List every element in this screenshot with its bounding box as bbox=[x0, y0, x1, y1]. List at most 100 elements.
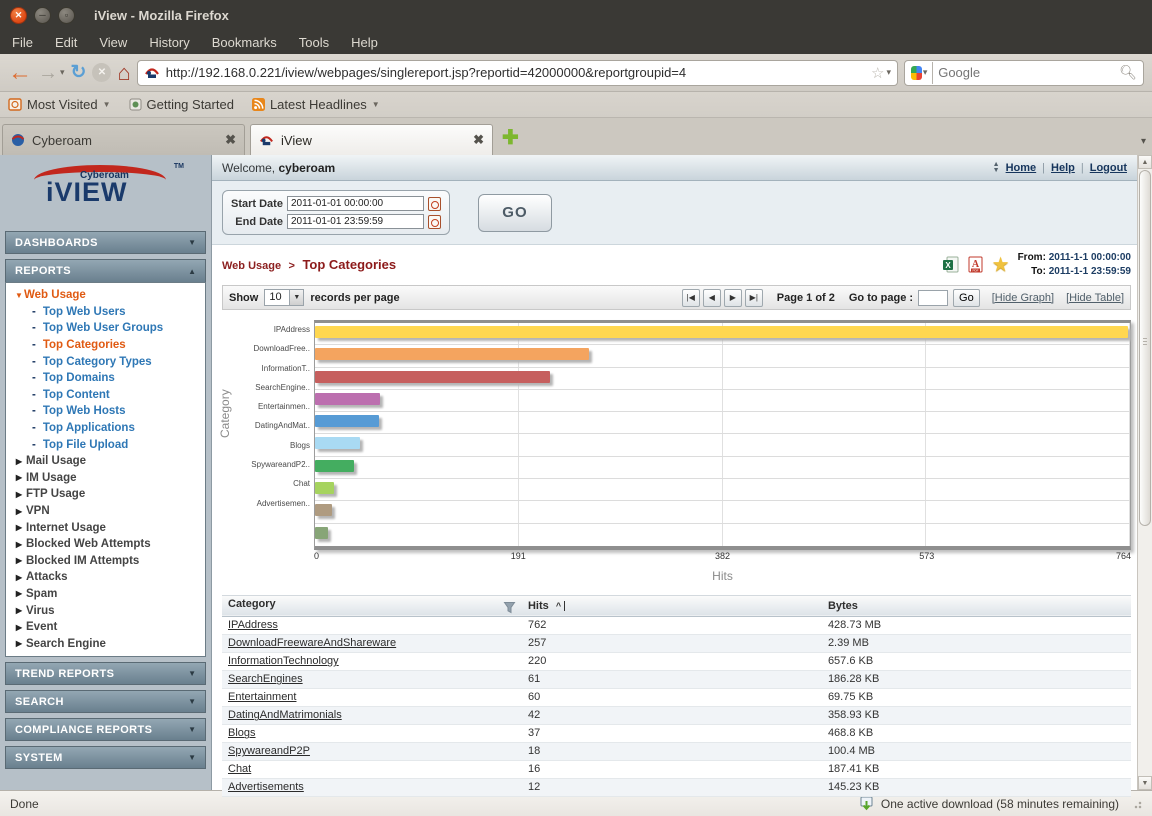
help-link[interactable]: Help bbox=[1051, 162, 1075, 174]
next-page-button[interactable]: ▶ bbox=[724, 289, 742, 307]
url-dropdown-icon[interactable]: ▾ bbox=[886, 67, 891, 78]
search-engine-dropdown-icon[interactable]: ▾ bbox=[923, 67, 928, 78]
resize-grip[interactable] bbox=[1132, 799, 1142, 809]
search-box[interactable]: ▾ 🔍︎ bbox=[904, 60, 1144, 86]
home-link[interactable]: Home bbox=[1006, 162, 1037, 174]
url-bar[interactable]: ☆ ▾ bbox=[137, 60, 898, 86]
chart-bar-chat[interactable] bbox=[315, 504, 332, 516]
tab-cyberoam[interactable]: Cyberoam ✖ bbox=[2, 124, 245, 155]
logout-link[interactable]: Logout bbox=[1090, 162, 1127, 174]
chart-bar-advertisemen[interactable] bbox=[315, 527, 328, 539]
chart-bar-searchengine[interactable] bbox=[315, 393, 380, 405]
sidebar-item-top-applications[interactable]: -Top Applications bbox=[6, 420, 205, 437]
home-icon[interactable]: ⌂ bbox=[117, 62, 130, 84]
bookmark-star-icon[interactable]: ☆ bbox=[871, 64, 884, 82]
sidebar-section-system[interactable]: SYSTEM ▼ bbox=[5, 746, 206, 769]
sidebar-item-spam[interactable]: ▶Spam bbox=[6, 586, 205, 603]
tab-close-icon[interactable]: ✖ bbox=[473, 132, 484, 148]
filter-funnel-icon[interactable] bbox=[503, 601, 516, 614]
export-excel-icon[interactable]: X bbox=[942, 256, 959, 273]
collapse-icon[interactable]: ▲▼ bbox=[993, 162, 1000, 173]
sidebar-section-dashboards[interactable]: DASHBOARDS ▼ bbox=[5, 231, 206, 254]
chart-bar-ipaddress[interactable] bbox=[315, 326, 1128, 338]
sidebar-item-top-web-users[interactable]: -Top Web Users bbox=[6, 304, 205, 321]
chart-bar-downloadfree[interactable] bbox=[315, 348, 589, 360]
sidebar-item-attacks[interactable]: ▶Attacks bbox=[6, 569, 205, 586]
sidebar-item-top-web-hosts[interactable]: -Top Web Hosts bbox=[6, 403, 205, 420]
column-header-category[interactable]: Category bbox=[222, 595, 522, 616]
list-all-tabs-icon[interactable]: ▾ bbox=[1141, 136, 1146, 147]
goto-page-go-button[interactable]: Go bbox=[953, 289, 980, 307]
chart-bar-blogs[interactable] bbox=[315, 460, 354, 472]
sidebar-section-search[interactable]: SEARCH ▼ bbox=[5, 690, 206, 713]
sidebar-item-top-category-types[interactable]: -Top Category Types bbox=[6, 353, 205, 370]
search-engine-icon[interactable] bbox=[911, 66, 922, 80]
sidebar-item-mail-usage[interactable]: ▶Mail Usage bbox=[6, 453, 205, 470]
category-link[interactable]: InformationTechnology bbox=[228, 655, 339, 667]
sidebar-item-event[interactable]: ▶Event bbox=[6, 619, 205, 636]
search-input[interactable] bbox=[938, 65, 1114, 80]
sidebar-section-trend-reports[interactable]: TREND REPORTS ▼ bbox=[5, 662, 206, 685]
breadcrumb-parent[interactable]: Web Usage bbox=[222, 260, 281, 272]
start-date-input[interactable] bbox=[287, 196, 424, 211]
chart-bar-datingandmat[interactable] bbox=[315, 437, 360, 449]
sidebar-section-reports[interactable]: REPORTS ▲ bbox=[5, 259, 206, 282]
hide-table-link[interactable]: [Hide Table] bbox=[1066, 292, 1124, 304]
sidebar-item-vpn[interactable]: ▶VPN bbox=[6, 503, 205, 520]
menu-view[interactable]: View bbox=[99, 35, 127, 50]
category-link[interactable]: SpywareandP2P bbox=[228, 745, 310, 757]
bookmark-getting-started[interactable]: Getting Started bbox=[129, 97, 234, 112]
category-link[interactable]: Advertisements bbox=[228, 781, 304, 793]
category-link[interactable]: DatingAndMatrimonials bbox=[228, 709, 342, 721]
category-link[interactable]: IPAddress bbox=[228, 619, 278, 631]
sidebar-item-top-categories[interactable]: -Top Categories bbox=[6, 337, 205, 354]
bookmark-most-visited[interactable]: Most Visited ▼ bbox=[8, 97, 111, 112]
chart-bar-spywareandp2[interactable] bbox=[315, 482, 334, 494]
sidebar-item-virus[interactable]: ▶Virus bbox=[6, 602, 205, 619]
sidebar-section-compliance-reports[interactable]: COMPLIANCE REPORTS ▼ bbox=[5, 718, 206, 741]
scrollbar-thumb[interactable] bbox=[1139, 170, 1151, 526]
column-header-bytes[interactable]: Bytes bbox=[822, 595, 1131, 616]
menu-file[interactable]: File bbox=[12, 35, 33, 50]
sidebar-item-blocked-web-attempts[interactable]: ▶Blocked Web Attempts bbox=[6, 536, 205, 553]
sidebar-item-top-web-user-groups[interactable]: -Top Web User Groups bbox=[6, 320, 205, 337]
end-date-input[interactable] bbox=[287, 214, 424, 229]
sidebar-item-top-file-upload[interactable]: -Top File Upload bbox=[6, 436, 205, 453]
sidebar-item-ftp-usage[interactable]: ▶FTP Usage bbox=[6, 486, 205, 503]
download-status[interactable]: One active download (58 minutes remainin… bbox=[859, 796, 1142, 811]
calendar-icon[interactable] bbox=[428, 197, 441, 211]
scroll-down-icon[interactable]: ▼ bbox=[1138, 776, 1152, 790]
export-pdf-icon[interactable]: APDF bbox=[967, 256, 984, 273]
calendar-icon[interactable] bbox=[428, 215, 441, 229]
menu-history[interactable]: History bbox=[149, 35, 189, 50]
category-link[interactable]: Entertainment bbox=[228, 691, 296, 703]
goto-page-input[interactable] bbox=[918, 290, 948, 306]
menu-tools[interactable]: Tools bbox=[299, 35, 329, 50]
forward-icon[interactable]: → bbox=[38, 63, 58, 83]
bookmark-report-star-icon[interactable]: ★ bbox=[992, 252, 1010, 277]
window-maximize-button[interactable]: ▫ bbox=[58, 7, 75, 24]
hide-graph-link[interactable]: [Hide Graph] bbox=[992, 292, 1054, 304]
last-page-button[interactable]: ▶| bbox=[745, 289, 763, 307]
sidebar-item-web-usage[interactable]: ▼ Web Usage bbox=[6, 287, 205, 304]
sidebar-item-search-engine[interactable]: ▶Search Engine bbox=[6, 635, 205, 652]
category-link[interactable]: Blogs bbox=[228, 727, 256, 739]
sidebar-item-internet-usage[interactable]: ▶Internet Usage bbox=[6, 519, 205, 536]
window-minimize-button[interactable]: ─ bbox=[34, 7, 51, 24]
sidebar-item-blocked-im-attempts[interactable]: ▶Blocked IM Attempts bbox=[6, 553, 205, 570]
tab-iview[interactable]: iView ✖ bbox=[250, 124, 493, 155]
search-magnifier-icon[interactable]: 🔍︎ bbox=[1119, 64, 1137, 81]
previous-page-button[interactable]: ◀ bbox=[703, 289, 721, 307]
back-icon[interactable]: ← bbox=[8, 61, 32, 85]
sidebar-item-im-usage[interactable]: ▶IM Usage bbox=[6, 470, 205, 487]
category-link[interactable]: SearchEngines bbox=[228, 673, 303, 685]
menu-bookmarks[interactable]: Bookmarks bbox=[212, 35, 277, 50]
url-input[interactable] bbox=[166, 65, 865, 80]
column-header-hits[interactable]: Hits ^ bbox=[522, 595, 822, 616]
reload-icon[interactable]: ↻ bbox=[71, 63, 87, 82]
stop-icon[interactable]: ✕ bbox=[92, 63, 111, 82]
page-size-select[interactable]: 10 ▼ bbox=[264, 289, 304, 306]
sidebar-item-top-content[interactable]: -Top Content bbox=[6, 387, 205, 404]
window-close-button[interactable]: ✕ bbox=[10, 7, 27, 24]
chart-bar-entertainmen[interactable] bbox=[315, 415, 379, 427]
